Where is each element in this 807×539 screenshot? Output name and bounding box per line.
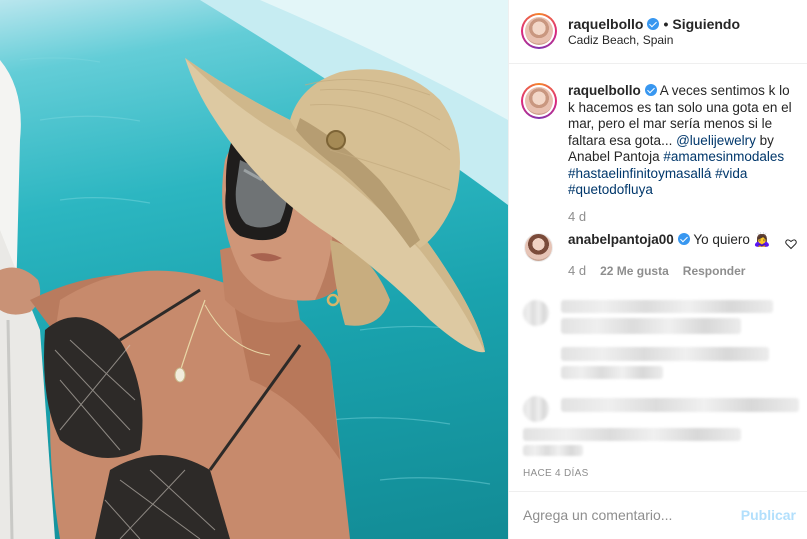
- post-header: raquelbollo • Siguiendo Cadiz Beach, Spain: [509, 0, 807, 64]
- following-button[interactable]: Siguiendo: [672, 16, 740, 32]
- heart-icon[interactable]: [785, 238, 797, 250]
- header-separator: •: [663, 16, 669, 32]
- hashtag-link[interactable]: #amamesinmodales: [663, 149, 784, 164]
- comment-timestamp[interactable]: 4 d: [568, 263, 586, 278]
- comment-likes[interactable]: 22 Me gusta: [600, 264, 669, 278]
- instagram-post-view: raquelbollo • Siguiendo Cadiz Beach, Spain…: [0, 0, 807, 539]
- verified-badge-icon: [647, 18, 660, 30]
- post-side-panel: raquelbollo • Siguiendo Cadiz Beach, Spain…: [508, 0, 807, 539]
- comment-meta: 4 d 22 Me gusta Responder: [568, 263, 759, 278]
- hashtag-link[interactable]: #vida: [715, 166, 747, 181]
- beach-selfie-illustration: [0, 0, 508, 539]
- mention-link[interactable]: @luelijewelry: [676, 133, 756, 148]
- caption-author-avatar[interactable]: [521, 83, 557, 119]
- post-caption: raquelbollo A veces sentimos k lo k hace…: [568, 83, 794, 199]
- add-comment-bar: Publicar: [509, 491, 807, 539]
- publish-button[interactable]: Publicar: [741, 507, 796, 523]
- blurred-comment: [523, 445, 583, 456]
- comment-username[interactable]: anabelpantoja00: [568, 232, 674, 247]
- blurred-comment: [561, 318, 741, 334]
- caption-timestamp[interactable]: 4 d: [568, 209, 586, 224]
- author-avatar[interactable]: [521, 13, 557, 49]
- blurred-avatar: [523, 300, 549, 326]
- blurred-comment: [561, 398, 799, 412]
- blurred-avatar: [523, 396, 549, 422]
- post-timestamp[interactable]: HACE 4 DÍAS: [523, 468, 589, 479]
- blurred-comment: [523, 428, 741, 441]
- hashtag-link[interactable]: #hastaelinfinitoymasallá: [568, 166, 711, 181]
- commenter-avatar[interactable]: [524, 233, 553, 262]
- blurred-comment: [561, 347, 769, 361]
- author-username[interactable]: raquelbollo: [568, 16, 643, 32]
- comment-text: Yo quiero 🙇‍♀️: [693, 232, 771, 247]
- header-user-line: raquelbollo • Siguiendo: [568, 16, 740, 32]
- reply-button[interactable]: Responder: [683, 264, 746, 278]
- post-photo[interactable]: [0, 0, 508, 539]
- hashtag-link[interactable]: #quetodofluya: [568, 182, 653, 197]
- verified-badge-icon: [644, 84, 657, 96]
- comment-input[interactable]: [523, 507, 733, 523]
- blurred-comment: [561, 366, 663, 379]
- blurred-comment: [561, 300, 773, 313]
- verified-badge-icon: [677, 233, 690, 245]
- location-link[interactable]: Cadiz Beach, Spain: [568, 33, 673, 47]
- caption-username[interactable]: raquelbollo: [568, 83, 641, 98]
- comment: anabelpantoja00 Yo quiero 🙇‍♀️: [568, 232, 770, 248]
